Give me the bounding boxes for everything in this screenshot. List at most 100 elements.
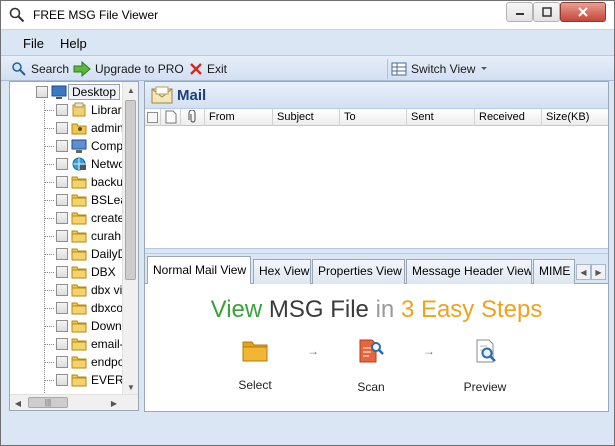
folder-icon bbox=[71, 194, 87, 207]
tree-connector bbox=[44, 128, 54, 129]
select-all-checkbox[interactable] bbox=[147, 112, 158, 123]
tree-checkbox[interactable] bbox=[56, 104, 68, 116]
tree-checkbox[interactable] bbox=[56, 230, 68, 242]
tree-root-desktop[interactable]: Desktop bbox=[10, 83, 123, 101]
scroll-down-icon[interactable]: ▼ bbox=[123, 379, 139, 395]
steps-headline: View MSG File in 3 Easy Steps bbox=[145, 296, 608, 324]
tree-item-label: EVERY bbox=[91, 373, 123, 387]
scroll-up-icon[interactable]: ▲ bbox=[123, 82, 139, 98]
mail-list[interactable] bbox=[145, 126, 608, 248]
step-select bbox=[235, 338, 275, 365]
minimize-button[interactable] bbox=[506, 2, 533, 22]
tree-checkbox[interactable] bbox=[56, 356, 68, 368]
tree-checkbox[interactable] bbox=[56, 338, 68, 350]
tree-item[interactable]: Comp bbox=[10, 137, 123, 155]
exit-button[interactable]: Exit bbox=[189, 60, 227, 78]
tree-item[interactable]: email- bbox=[10, 335, 123, 353]
menu-help[interactable]: Help bbox=[60, 36, 87, 51]
tree-checkbox[interactable] bbox=[56, 212, 68, 224]
tree-checkbox[interactable] bbox=[56, 158, 68, 170]
tab-normal-mail-view[interactable]: Normal Mail View bbox=[147, 256, 251, 285]
doc-column[interactable] bbox=[161, 109, 181, 126]
scroll-right-icon[interactable]: ▶ bbox=[106, 395, 122, 411]
close-button[interactable] bbox=[560, 2, 606, 22]
tree-checkbox[interactable] bbox=[56, 248, 68, 260]
tree-item[interactable]: DBX bbox=[10, 263, 123, 281]
folder-icon bbox=[71, 374, 87, 387]
column-sent[interactable]: Sent bbox=[407, 109, 475, 126]
tab-scroll-left-icon[interactable]: ◀ bbox=[576, 264, 591, 280]
tree-item[interactable]: DailyD bbox=[10, 245, 123, 263]
mail-header: Mail bbox=[145, 82, 608, 109]
chevron-down-icon bbox=[481, 67, 488, 70]
tree-checkbox[interactable] bbox=[56, 176, 68, 188]
column-received[interactable]: Received bbox=[475, 109, 542, 126]
upgrade-button[interactable]: Upgrade to PRO bbox=[73, 60, 184, 78]
folder-icon bbox=[71, 338, 87, 351]
tree-item[interactable]: BSLea bbox=[10, 191, 123, 209]
tree-item-label: curah bbox=[91, 229, 122, 243]
tree-item[interactable]: admin bbox=[10, 119, 123, 137]
select-all-column[interactable] bbox=[145, 109, 161, 126]
tree-item[interactable]: Librar bbox=[10, 101, 123, 119]
tree-checkbox[interactable] bbox=[36, 86, 48, 98]
folder-icon bbox=[71, 356, 87, 369]
tree-item[interactable]: Down bbox=[10, 317, 123, 335]
mail-column-header: From Subject To Sent Received Size(KB) bbox=[145, 109, 608, 126]
tree-item[interactable]: endpo bbox=[10, 353, 123, 371]
switch-view-button[interactable]: Switch View bbox=[391, 60, 493, 78]
step-arrow-2: → bbox=[423, 344, 435, 358]
tree-item[interactable]: create bbox=[10, 209, 123, 227]
column-to[interactable]: To bbox=[340, 109, 407, 126]
horizontal-scroll-thumb[interactable]: ||| bbox=[28, 397, 68, 408]
tree-item[interactable]: dbx vi bbox=[10, 281, 123, 299]
tree-checkbox[interactable] bbox=[56, 302, 68, 314]
exit-x-icon bbox=[190, 63, 202, 75]
tree-connector bbox=[44, 254, 54, 255]
tree-checkbox[interactable] bbox=[56, 284, 68, 296]
folder-icon bbox=[71, 248, 87, 261]
tree-connector bbox=[44, 200, 54, 201]
tree-horizontal-scrollbar[interactable]: ◀ ||| ▶ bbox=[10, 394, 138, 410]
switch-view-label: Switch View bbox=[411, 62, 476, 76]
tree-item-label: dbx vi bbox=[91, 283, 123, 297]
window-title: FREE MSG File Viewer bbox=[33, 8, 159, 22]
tree-item[interactable]: backu bbox=[10, 173, 123, 191]
tab-properties-view[interactable]: Properties View bbox=[312, 259, 405, 284]
folder-icon bbox=[71, 230, 87, 243]
tab-message-header-view[interactable]: Message Header View bbox=[406, 259, 532, 284]
tree-item[interactable]: curah bbox=[10, 227, 123, 245]
menu-file[interactable]: File bbox=[23, 36, 44, 51]
desktop-icon bbox=[51, 85, 67, 99]
tree-item[interactable]: Netwo bbox=[10, 155, 123, 173]
tree-checkbox[interactable] bbox=[56, 122, 68, 134]
search-button[interactable]: Search bbox=[11, 60, 69, 78]
tree-item[interactable]: dbxco bbox=[10, 299, 123, 317]
tree-connector bbox=[44, 362, 54, 363]
tree-checkbox[interactable] bbox=[56, 140, 68, 152]
attachment-column[interactable] bbox=[181, 109, 205, 126]
tree-vertical-scrollbar[interactable]: ▲ ▼ bbox=[122, 82, 138, 395]
scroll-left-icon[interactable]: ◀ bbox=[10, 395, 26, 411]
envelope-icon bbox=[151, 86, 173, 104]
tree-checkbox[interactable] bbox=[56, 194, 68, 206]
search-label: Search bbox=[31, 62, 70, 76]
tree-item-label: BSLea bbox=[91, 193, 123, 207]
tree-checkbox[interactable] bbox=[56, 374, 68, 386]
tab-mime[interactable]: MIME bbox=[533, 259, 575, 284]
tree-item-label: admin bbox=[91, 121, 123, 135]
column-from[interactable]: From bbox=[205, 109, 273, 126]
tree-checkbox[interactable] bbox=[56, 266, 68, 278]
step-scan bbox=[351, 338, 391, 367]
maximize-button[interactable] bbox=[533, 2, 560, 22]
tree-item[interactable]: EVERY bbox=[10, 371, 123, 389]
column-subject[interactable]: Subject bbox=[273, 109, 340, 126]
tab-scroll-right-icon[interactable]: ▶ bbox=[591, 264, 606, 280]
column-size[interactable]: Size(KB) bbox=[542, 109, 608, 126]
tab-hex-view[interactable]: Hex View bbox=[253, 259, 311, 284]
tree-checkbox[interactable] bbox=[56, 320, 68, 332]
scroll-thumb[interactable] bbox=[125, 100, 136, 280]
mail-pane: Mail From Subject To Sent Received Size(… bbox=[144, 81, 609, 412]
document-icon bbox=[165, 110, 177, 124]
tree-item-label: DailyD bbox=[91, 247, 123, 261]
